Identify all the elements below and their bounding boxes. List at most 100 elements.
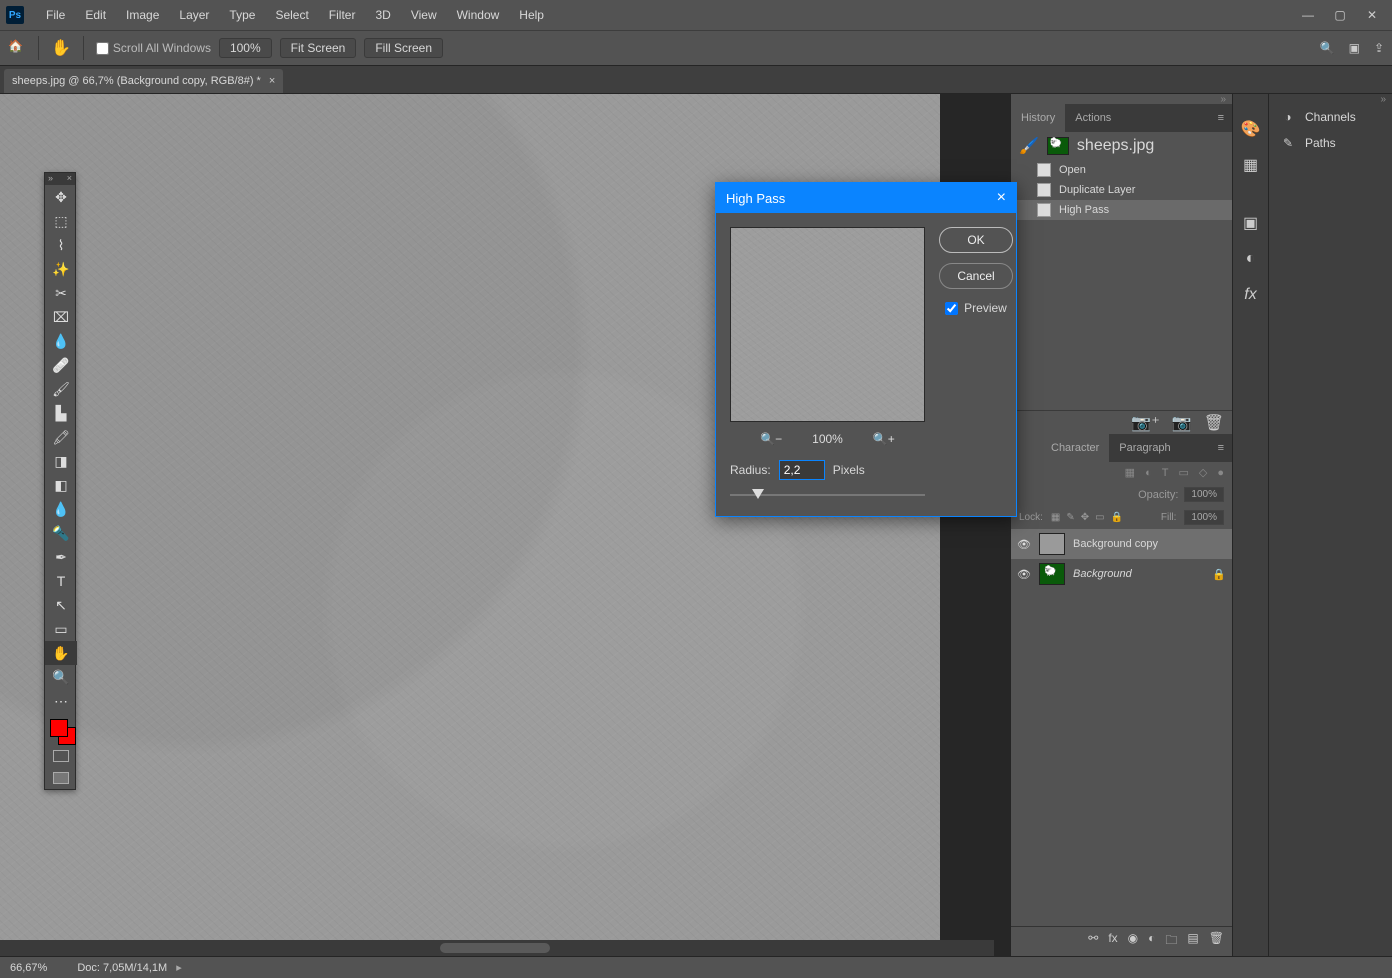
window-maximize-button[interactable]: ▢ — [1326, 5, 1354, 25]
blur-tool[interactable]: 💧 — [45, 497, 77, 521]
magic-wand-tool[interactable]: ✨ — [45, 257, 77, 281]
radius-input[interactable] — [779, 460, 825, 480]
lock-move-icon[interactable]: ✥ — [1081, 512, 1089, 523]
menu-select[interactable]: Select — [265, 8, 318, 22]
styles-panel-icon[interactable]: fx — [1240, 284, 1262, 306]
history-brush-tool[interactable]: 🖍 — [45, 425, 77, 449]
menu-edit[interactable]: Edit — [75, 8, 116, 22]
eyedropper-tool[interactable]: 💧 — [45, 329, 77, 353]
search-icon[interactable]: 🔍 — [1320, 41, 1335, 55]
color-swatches[interactable] — [45, 717, 75, 745]
brush-tool[interactable]: 🖌 — [45, 377, 77, 401]
quickmask-mode[interactable] — [45, 745, 77, 767]
zoom-tool[interactable]: 🔍 — [45, 665, 77, 689]
layer-visibility-icon[interactable]: 👁 — [1017, 568, 1031, 581]
menu-view[interactable]: View — [401, 8, 447, 22]
menu-help[interactable]: Help — [509, 8, 554, 22]
layer-lock-icon[interactable]: 🔒 — [1212, 568, 1226, 581]
window-minimize-button[interactable]: — — [1294, 5, 1322, 25]
home-icon[interactable]: 🏠 — [8, 39, 26, 57]
link-shape-icon[interactable]: ◇ — [1199, 466, 1207, 479]
lock-all-icon[interactable]: 🔒 — [1111, 512, 1123, 523]
menu-3d[interactable]: 3D — [365, 8, 400, 22]
actions-tab[interactable]: Actions — [1065, 104, 1121, 132]
eraser-tool[interactable]: ◨ — [45, 449, 77, 473]
dot-icon[interactable]: ● — [1217, 467, 1224, 479]
move-tool[interactable]: ✥ — [45, 185, 77, 209]
frame-icon[interactable]: ▭ — [1178, 466, 1188, 479]
menu-window[interactable]: Window — [447, 8, 510, 22]
dodge-tool[interactable]: 🔦 — [45, 521, 77, 545]
layer-visibility-icon[interactable]: 👁 — [1017, 538, 1031, 551]
history-step[interactable]: Open — [1011, 160, 1232, 180]
lock-transparent-icon[interactable]: ▦ — [1051, 512, 1060, 523]
dock-collapse-arrows[interactable]: » — [1011, 94, 1232, 104]
history-panel-menu-icon[interactable]: ≡ — [1210, 112, 1232, 124]
pixel-grid-icon[interactable]: ▦ — [1125, 466, 1135, 479]
status-zoom[interactable]: 66,67% — [10, 962, 47, 974]
history-source-row[interactable]: 🖌️ sheeps.jpg — [1011, 132, 1232, 160]
properties-panel-icon[interactable]: ▣ — [1240, 212, 1262, 234]
ok-button[interactable]: OK — [939, 227, 1013, 253]
foreground-color[interactable] — [50, 719, 68, 737]
clone-stamp-tool[interactable]: ▙ — [45, 401, 77, 425]
history-step[interactable]: High Pass — [1011, 200, 1232, 220]
workspace-layout-icon[interactable]: ▣ — [1349, 41, 1360, 55]
filter-preview[interactable] — [730, 227, 925, 422]
adjustments-panel-icon[interactable]: ◐ — [1240, 248, 1262, 270]
trash-icon[interactable]: 🗑 — [1204, 413, 1224, 433]
hand-tool[interactable]: ✋ — [45, 641, 77, 665]
menu-layer[interactable]: Layer — [169, 8, 219, 22]
dock-collapse-arrows[interactable]: » — [1269, 94, 1392, 104]
cancel-button[interactable]: Cancel — [939, 263, 1013, 289]
gradient-tool[interactable]: ◧ — [45, 473, 77, 497]
layer-row[interactable]: 👁 Background copy — [1011, 529, 1232, 559]
menu-file[interactable]: File — [36, 8, 75, 22]
layer-mask-icon[interactable]: ◉ — [1128, 931, 1138, 952]
lock-paint-icon[interactable]: ✎ — [1066, 512, 1074, 523]
adjustment-layer-icon[interactable]: ◐ — [1148, 931, 1155, 952]
character-panel-menu-icon[interactable]: ≡ — [1210, 442, 1232, 454]
lasso-tool[interactable]: ⌇ — [45, 233, 77, 257]
paths-panel-button[interactable]: ✎ Paths — [1269, 130, 1392, 156]
tab-close-icon[interactable]: × — [269, 75, 275, 87]
screenmode[interactable] — [45, 767, 77, 789]
zoom-in-icon[interactable]: 🔍+ — [873, 432, 895, 446]
dialog-titlebar[interactable]: High Pass × — [716, 183, 1016, 213]
rectangle-tool[interactable]: ▭ — [45, 617, 77, 641]
edit-toolbar-icon[interactable]: ⋯ — [45, 689, 77, 713]
menu-image[interactable]: Image — [116, 8, 169, 22]
fill-value[interactable]: 100% — [1184, 510, 1224, 525]
character-tab[interactable]: Character — [1011, 434, 1109, 462]
fill-screen-button[interactable]: Fill Screen — [364, 38, 443, 58]
history-step[interactable]: Duplicate Layer — [1011, 180, 1232, 200]
swatches-panel-icon[interactable]: ▦ — [1240, 154, 1262, 176]
status-arrow-icon[interactable]: ▸ — [176, 962, 182, 974]
layer-row[interactable]: 👁 Background 🔒 — [1011, 559, 1232, 589]
pen-tool[interactable]: ✒ — [45, 545, 77, 569]
dialog-close-icon[interactable]: × — [997, 189, 1006, 207]
preview-checkbox-row[interactable]: Preview — [945, 301, 1007, 315]
group-icon[interactable]: 🗀 — [1165, 931, 1177, 952]
slider-handle[interactable] — [752, 489, 764, 499]
zoom-out-icon[interactable]: 🔍− — [760, 432, 782, 446]
frame-tool[interactable]: ⌧ — [45, 305, 77, 329]
horizontal-scrollbar[interactable] — [0, 940, 994, 956]
type-tool[interactable]: T — [45, 569, 77, 593]
preview-checkbox[interactable] — [945, 302, 958, 315]
fit-screen-button[interactable]: Fit Screen — [280, 38, 357, 58]
opacity-value[interactable]: 100% — [1184, 487, 1224, 502]
delete-layer-icon[interactable]: 🗑 — [1209, 931, 1224, 952]
lock-artboard-icon[interactable]: ▭ — [1095, 512, 1104, 523]
scrollbar-thumb[interactable] — [440, 943, 550, 953]
menu-filter[interactable]: Filter — [319, 8, 366, 22]
window-close-button[interactable]: ✕ — [1358, 5, 1386, 25]
menu-type[interactable]: Type — [219, 8, 265, 22]
crop-tool[interactable]: ✂ — [45, 281, 77, 305]
toolbox-header[interactable]: »× — [45, 173, 75, 185]
history-tab[interactable]: History — [1011, 104, 1065, 132]
marquee-tool[interactable]: ⬚ — [45, 209, 77, 233]
healing-brush-tool[interactable]: 🩹 — [45, 353, 77, 377]
color-panel-icon[interactable]: 🎨 — [1240, 118, 1262, 140]
zoom-percent-button[interactable]: 100% — [219, 38, 272, 58]
